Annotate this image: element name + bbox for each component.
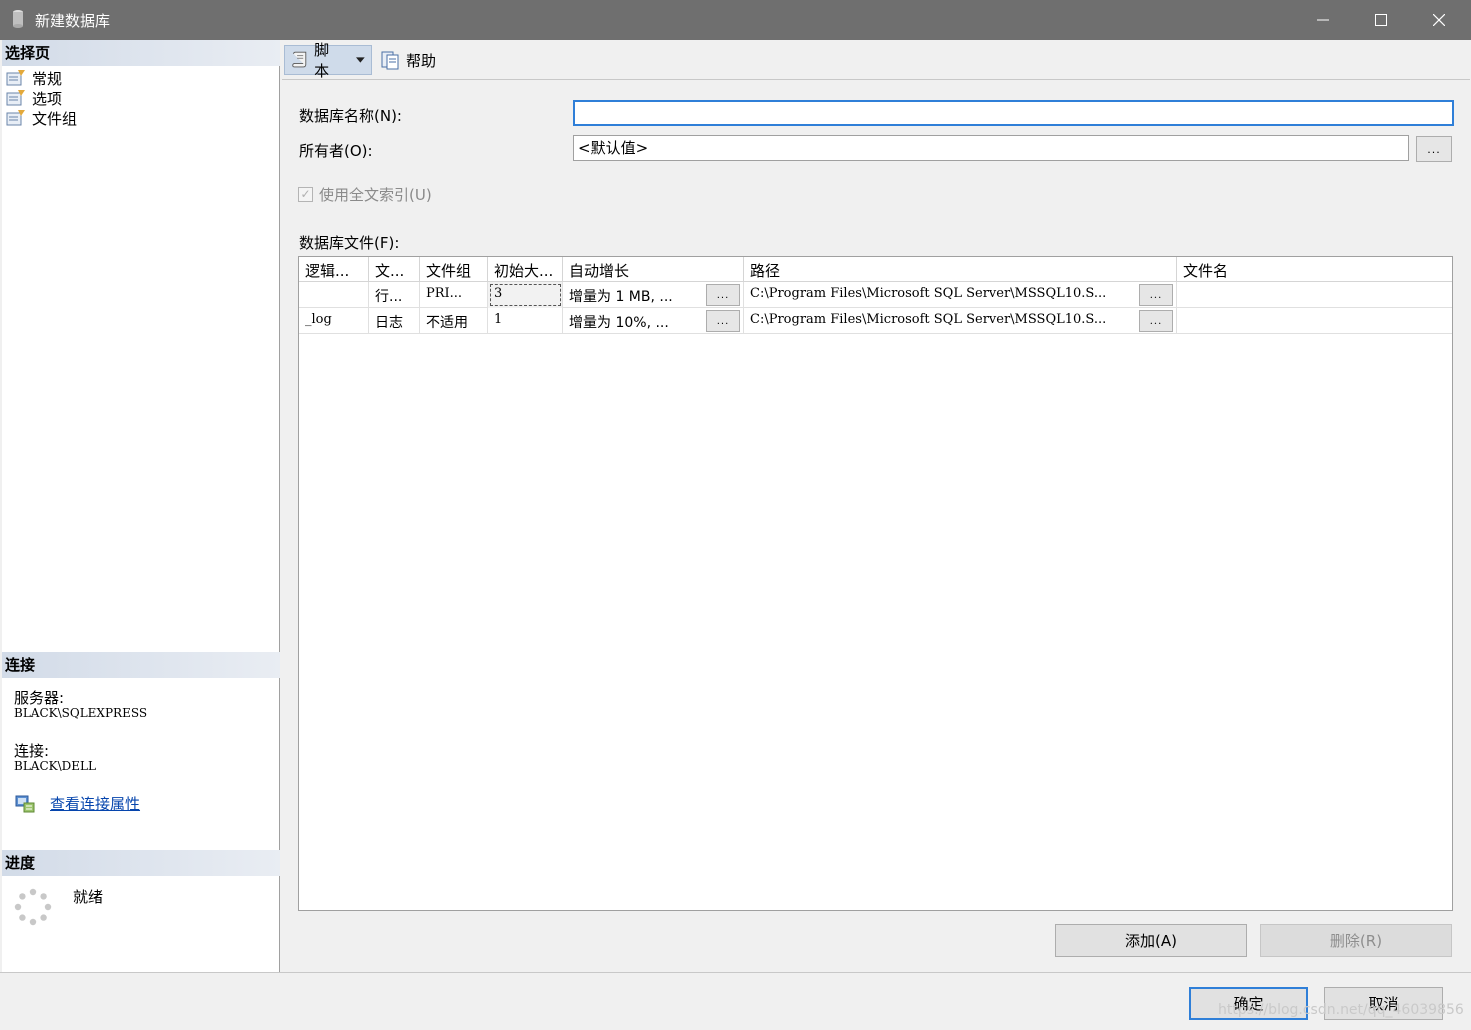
connection-label: 连接: [14, 742, 50, 760]
server-info: 服务器: BLACK\SQLEXPRESS [14, 690, 147, 720]
cell-autogrowth[interactable]: 增量为 10%, ... ... [563, 308, 744, 334]
window-title: 新建数据库 [35, 12, 111, 30]
col-logical-name[interactable]: 逻辑... [299, 257, 369, 282]
page-label-general: 常规 [32, 69, 63, 88]
toolbar: 脚本 帮助 [282, 40, 1470, 80]
title-bar: 新建数据库 [0, 0, 1471, 40]
cell-filegroup[interactable]: 不适用 [420, 308, 488, 334]
autogrowth-value: 增量为 1 MB, ... [569, 289, 673, 305]
dropdown-arrow-icon[interactable] [356, 57, 365, 63]
db-files-label: 数据库文件(F): [299, 234, 400, 252]
db-files-grid[interactable]: 逻辑... 文... 文件组 初始大... 自动增长 路径 文件名 行... P… [298, 256, 1453, 911]
help-button[interactable]: 帮助 [374, 45, 442, 75]
table-row[interactable]: _log 日志 不适用 1 增量为 10%, ... ... C:\Progra… [299, 308, 1452, 334]
connection-header: 连接 [2, 652, 280, 678]
cell-initial-size[interactable]: 3 [488, 282, 563, 308]
page-label-filegroups: 文件组 [32, 109, 78, 128]
col-autogrowth[interactable]: 自动增长 [563, 257, 744, 282]
col-initial-size[interactable]: 初始大... [488, 257, 563, 282]
connection-info: 连接: BLACK\DELL [14, 743, 96, 773]
view-properties-link[interactable]: 查看连接属性 [50, 793, 140, 814]
connection-value: BLACK\DELL [14, 759, 96, 773]
owner-browse-button[interactable]: ... [1416, 136, 1452, 162]
help-icon [381, 51, 399, 70]
page-item-options[interactable]: 选项 [6, 88, 77, 108]
autogrowth-browse-button[interactable]: ... [706, 310, 740, 332]
cell-filegroup[interactable]: PRI... [420, 282, 488, 308]
watermark: https://blog.csdn.net/qq_46039856 [1218, 1002, 1464, 1018]
cell-autogrowth[interactable]: 增量为 1 MB, ... ... [563, 282, 744, 308]
col-path[interactable]: 路径 [744, 257, 1177, 282]
page-list: 常规 选项 文件组 [6, 68, 77, 128]
table-row[interactable]: 行... PRI... 3 增量为 1 MB, ... ... C:\Progr… [299, 282, 1452, 308]
progress-status: 就绪 [73, 888, 104, 906]
cell-logical-name[interactable] [299, 282, 369, 308]
properties-page-icon [6, 110, 25, 126]
owner-input[interactable]: <默认值> [573, 135, 1409, 161]
col-filegroup[interactable]: 文件组 [420, 257, 488, 282]
maximize-button[interactable] [1352, 0, 1410, 40]
progress-spinner-icon [14, 888, 52, 926]
help-label: 帮助 [406, 51, 437, 70]
autogrowth-value: 增量为 10%, ... [569, 315, 669, 331]
server-value: BLACK\SQLEXPRESS [14, 706, 148, 720]
close-icon [1433, 14, 1445, 26]
cell-file-type[interactable]: 行... [369, 282, 420, 308]
minimize-icon [1317, 19, 1329, 21]
left-panel: 选择页 常规 选项 文件组 连接 服务器: BLACK\SQLEXPRESS 连… [2, 40, 280, 972]
view-connection-properties[interactable]: 查看连接属性 [14, 793, 140, 814]
properties-page-icon [6, 90, 25, 106]
database-icon [13, 10, 23, 28]
add-button[interactable]: 添加(A) [1055, 924, 1247, 957]
owner-label: 所有者(O): [299, 142, 373, 160]
script-label: 脚本 [314, 41, 330, 80]
cell-file-type[interactable]: 日志 [369, 308, 420, 334]
col-file-name[interactable]: 文件名 [1177, 257, 1452, 282]
db-name-label: 数据库名称(N): [299, 107, 402, 125]
path-value: C:\Program Files\Microsoft SQL Server\MS… [750, 312, 1107, 327]
select-page-header: 选择页 [2, 40, 280, 66]
col-file-type[interactable]: 文... [369, 257, 420, 282]
grid-header: 逻辑... 文... 文件组 初始大... 自动增长 路径 文件名 [299, 257, 1452, 282]
page-item-filegroups[interactable]: 文件组 [6, 108, 77, 128]
cell-path[interactable]: C:\Program Files\Microsoft SQL Server\MS… [744, 282, 1177, 308]
path-browse-button[interactable]: ... [1139, 310, 1173, 332]
connection-properties-icon [15, 795, 35, 812]
properties-page-icon [6, 70, 25, 86]
cell-file-name[interactable] [1177, 282, 1452, 308]
cell-path[interactable]: C:\Program Files\Microsoft SQL Server\MS… [744, 308, 1177, 334]
cell-logical-name[interactable]: _log [299, 308, 369, 334]
script-icon [292, 51, 307, 68]
server-label: 服务器: [14, 689, 65, 707]
fulltext-checkbox-row[interactable]: ✓ 使用全文索引(U) [298, 184, 432, 205]
page-label-options: 选项 [32, 89, 63, 108]
fulltext-label: 使用全文索引(U) [319, 186, 432, 204]
maximize-icon [1375, 14, 1387, 26]
progress-header: 进度 [2, 850, 280, 876]
path-browse-button[interactable]: ... [1139, 284, 1173, 306]
db-name-input[interactable] [573, 100, 1454, 126]
script-button[interactable]: 脚本 [284, 41, 372, 80]
path-value: C:\Program Files\Microsoft SQL Server\MS… [750, 286, 1107, 301]
minimize-button[interactable] [1294, 0, 1352, 40]
fulltext-checkbox[interactable]: ✓ [298, 187, 313, 202]
page-item-general[interactable]: 常规 [6, 68, 77, 88]
cell-file-name[interactable] [1177, 308, 1452, 334]
remove-button[interactable]: 删除(R) [1260, 924, 1452, 957]
autogrowth-browse-button[interactable]: ... [706, 284, 740, 306]
cell-initial-size[interactable]: 1 [488, 308, 563, 334]
close-button[interactable] [1410, 0, 1468, 40]
